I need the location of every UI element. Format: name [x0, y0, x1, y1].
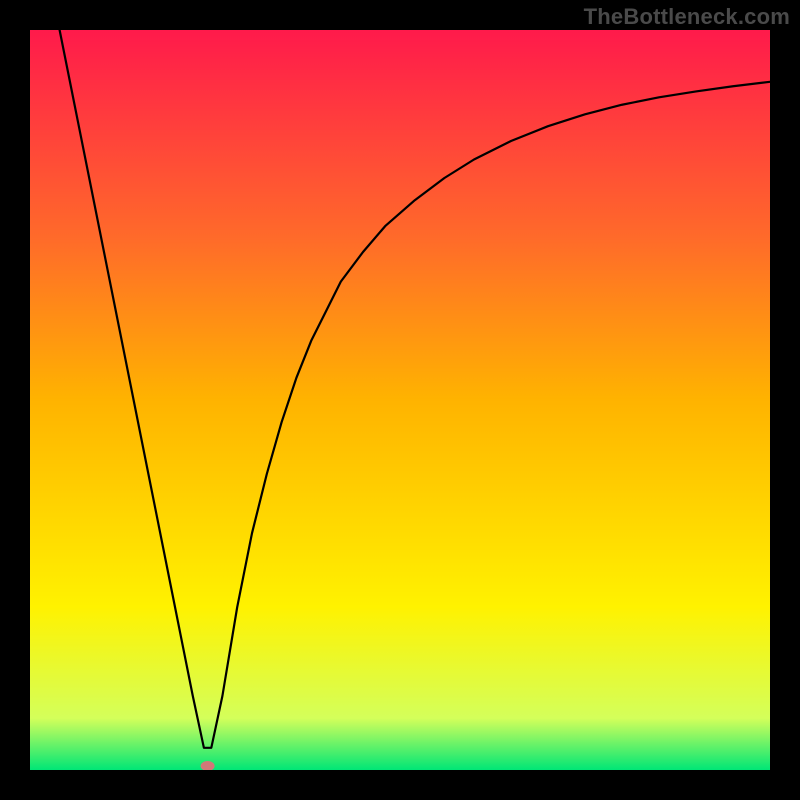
chart-svg — [30, 30, 770, 770]
watermark-text: TheBottleneck.com — [584, 4, 790, 30]
plot-area — [30, 30, 770, 770]
chart-frame: TheBottleneck.com — [0, 0, 800, 800]
gradient-background — [30, 30, 770, 770]
